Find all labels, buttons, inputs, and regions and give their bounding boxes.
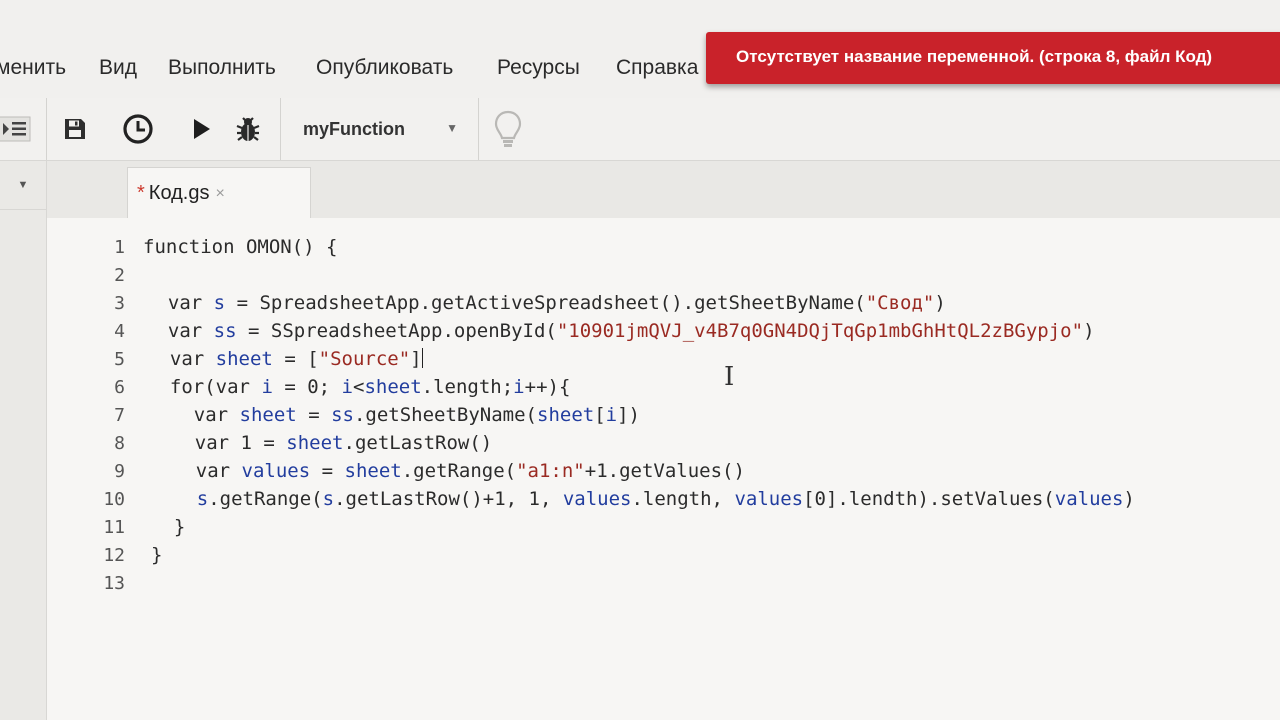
code-line[interactable]: var 1 = sheet.getLastRow() — [149, 432, 492, 454]
code-editor[interactable]: 1 2 3 4 5 6 7 8 9 10 11 12 13 function O… — [47, 218, 1280, 720]
unsaved-marker: * — [137, 182, 145, 204]
line-number-gutter: 1 2 3 4 5 6 7 8 9 10 11 12 13 — [47, 218, 125, 720]
line-number: 2 — [114, 265, 125, 286]
line-number: 11 — [103, 517, 125, 538]
text-caret — [421, 348, 424, 368]
debug-bug-icon[interactable] — [228, 108, 268, 150]
line-number: 6 — [114, 377, 125, 398]
line-number: 12 — [103, 545, 125, 566]
menu-run[interactable]: Выполнить — [168, 56, 276, 80]
code-line[interactable]: var s = SpreadsheetApp.getActiveSpreadsh… — [145, 292, 946, 314]
save-icon[interactable] — [55, 108, 95, 150]
code-line[interactable]: var sheet = ["Source"] — [147, 348, 424, 370]
code-line[interactable]: var values = sheet.getRange("a1:n"+1.get… — [150, 460, 745, 482]
function-selector-label: myFunction — [303, 118, 405, 139]
text-cursor-icon: I — [724, 362, 735, 392]
code-line[interactable]: var sheet = ss.getSheetByName(sheet[i]) — [148, 404, 640, 426]
line-number: 8 — [114, 433, 125, 454]
line-number: 9 — [114, 461, 125, 482]
line-number: 13 — [103, 573, 125, 594]
chevron-down-icon: ▼ — [446, 121, 458, 135]
run-icon[interactable] — [181, 108, 221, 150]
tab-bar: * Код.gs × — [47, 161, 1280, 219]
menu-view[interactable]: Вид — [99, 56, 137, 80]
code-line[interactable]: for(var i = 0; i<sheet.length;i++){ — [147, 376, 571, 398]
toolbar-separator — [280, 98, 281, 160]
file-sidebar: ▼ — [0, 161, 47, 720]
code-line[interactable]: } — [151, 516, 185, 538]
toolbar-separator — [46, 98, 47, 160]
menu-resources[interactable]: Ресурсы — [497, 56, 580, 80]
indent-icon[interactable] — [0, 108, 34, 150]
tab-file-name: Код.gs — [148, 182, 210, 204]
line-number: 4 — [114, 321, 125, 342]
line-number: 10 — [103, 489, 125, 510]
code-line[interactable]: function OMON() { — [143, 236, 337, 258]
code-line[interactable]: } — [151, 544, 162, 566]
triggers-clock-icon[interactable] — [118, 108, 158, 150]
menu-help[interactable]: Справка — [616, 56, 698, 80]
function-selector[interactable]: myFunction ▼ — [290, 108, 468, 150]
toolbar: myFunction ▼ — [0, 98, 1280, 161]
code-line[interactable]: s.getRange(s.getLastRow()+1, 1, values.l… — [151, 488, 1135, 510]
error-toast: Отсутствует название переменной. (строка… — [706, 32, 1280, 84]
tab-code-file[interactable]: * Код.gs × — [127, 167, 311, 219]
line-number: 7 — [114, 405, 125, 426]
line-number: 3 — [114, 293, 125, 314]
lightbulb-icon[interactable] — [488, 108, 528, 150]
menu-publish[interactable]: Опубликовать — [316, 56, 453, 80]
code-line[interactable]: var ss = SSpreadsheetApp.openById("10901… — [145, 320, 1095, 342]
line-number: 5 — [114, 349, 125, 370]
toolbar-separator — [478, 98, 479, 160]
chevron-down-icon: ▼ — [17, 179, 29, 191]
sidebar-dropdown[interactable]: ▼ — [0, 161, 46, 210]
close-icon[interactable]: × — [215, 185, 224, 203]
line-number: 1 — [114, 237, 125, 258]
menu-edit[interactable]: менить — [0, 56, 66, 80]
